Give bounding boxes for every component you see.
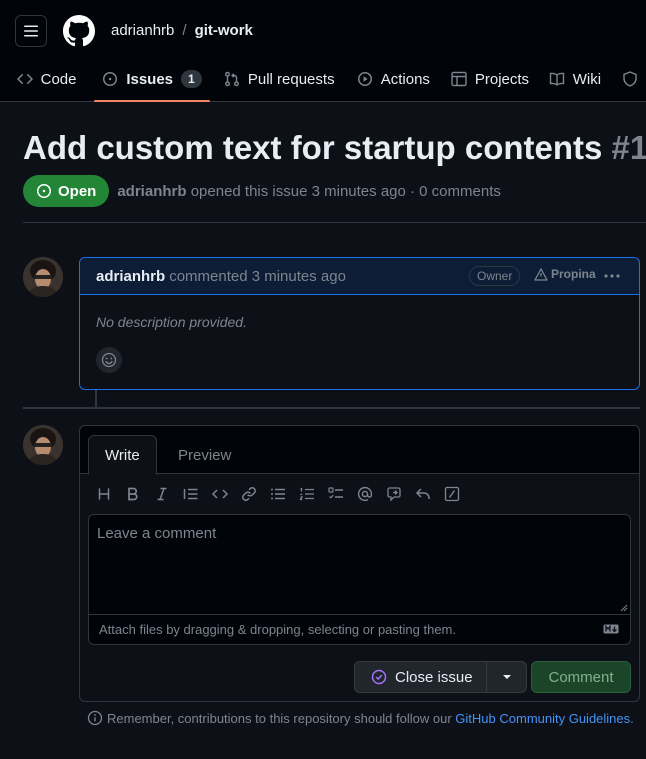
comment-author-link[interactable]: adrianhrb [96, 268, 165, 285]
hamburger-icon [24, 25, 38, 37]
info-icon [87, 710, 103, 726]
reply-icon[interactable] [415, 486, 431, 502]
issue-meta-text: opened this issue 3 minutes ago · 0 comm… [190, 182, 501, 200]
link-icon[interactable] [241, 486, 257, 502]
bold-icon[interactable] [125, 486, 141, 502]
issue-meta: adrianhrb opened this issue 3 minutes ag… [117, 183, 501, 200]
contribution-note-text: Remember, contributions to this reposito… [107, 710, 452, 726]
propina-text: Propina [551, 267, 596, 281]
comment-header: adrianhrb commented 3 minutes ago Owner … [80, 258, 639, 295]
github-logo-icon[interactable] [63, 15, 95, 47]
tab-preview[interactable]: Preview [162, 435, 247, 475]
avatar[interactable] [23, 425, 63, 465]
close-issue-label: Close issue [395, 668, 473, 686]
mention-icon[interactable] [357, 486, 373, 502]
comment-button[interactable]: Comment [531, 661, 631, 693]
issue-opened-icon [103, 72, 118, 86]
tab-issues-label: Issues [126, 70, 174, 88]
kebab-menu-icon[interactable] [603, 268, 621, 284]
close-options-dropdown[interactable] [486, 661, 527, 693]
breadcrumb-separator: / [182, 22, 187, 39]
issue-author-link[interactable]: adrianhrb [117, 183, 186, 200]
tab-write[interactable]: Write [88, 435, 157, 475]
comment-editor: Write Preview Leave a comment Attach fil… [79, 425, 640, 702]
close-issue-button[interactable]: Close issue [354, 661, 487, 693]
cross-reference-icon[interactable] [386, 486, 402, 502]
code-icon [16, 73, 33, 85]
tab-wiki-label: Wiki [572, 70, 602, 88]
quote-icon[interactable] [183, 486, 199, 502]
header-divider [23, 222, 646, 223]
tab-actions[interactable]: Actions [349, 62, 438, 96]
timeline-divider [23, 407, 640, 409]
tab-actions-label: Actions [380, 70, 430, 88]
unordered-list-icon[interactable] [270, 486, 286, 502]
issue-state-row: Open adrianhrb opened this issue 3 minut… [23, 175, 501, 207]
ordered-list-icon[interactable] [299, 486, 315, 502]
comment-placeholder: Leave a comment [97, 525, 217, 542]
tab-pull-requests[interactable]: Pull requests [216, 62, 343, 96]
comment-body: No description provided. [96, 314, 247, 330]
breadcrumb: adrianhrb / git-work [111, 22, 253, 40]
comment-timestamp[interactable]: commented 3 minutes ago [169, 268, 346, 285]
tab-wiki[interactable]: Wiki [541, 62, 609, 96]
timeline-connector [95, 390, 97, 407]
avatar[interactable] [23, 257, 63, 297]
tab-code-label: Code [40, 70, 77, 88]
comment-textarea[interactable]: Leave a comment [88, 514, 631, 614]
community-guidelines-link[interactable]: GitHub Community Guidelines [455, 711, 630, 726]
warning-triangle-icon [534, 267, 548, 281]
repo-name-link[interactable]: git-work [195, 22, 253, 40]
git-pull-request-icon [224, 71, 239, 87]
tab-code[interactable]: Code [9, 62, 85, 96]
contribution-note: Remember, contributions to this reposito… [87, 710, 634, 726]
issue-comment: adrianhrb commented 3 minutes ago Owner … [79, 257, 640, 390]
repo-header: adrianhrb / git-work Code Issues 1 Pull … [0, 0, 646, 102]
heading-icon[interactable] [96, 486, 112, 502]
issues-count-badge: 1 [181, 70, 202, 88]
editor-tabs: Write Preview [80, 426, 639, 475]
user-avatar-image [23, 425, 63, 465]
issue-opened-icon [37, 184, 51, 198]
markdown-icon[interactable] [603, 624, 619, 634]
tab-projects[interactable]: Projects [443, 62, 537, 96]
shield-icon [623, 71, 637, 87]
issue-title: Add custom text for startup contents #1 [23, 128, 646, 168]
tab-projects-label: Projects [474, 70, 530, 88]
tab-issues[interactable]: Issues 1 [94, 62, 211, 102]
play-icon [357, 72, 372, 86]
repo-nav-tabs: Code Issues 1 Pull requests Actions Proj… [0, 62, 646, 102]
repo-owner-link[interactable]: adrianhrb [111, 22, 174, 40]
user-avatar-image [23, 257, 63, 297]
attach-files-hint: Attach files by dragging & dropping, sel… [99, 622, 456, 637]
attach-files-bar[interactable]: Attach files by dragging & dropping, sel… [88, 614, 631, 645]
owner-badge: Owner [469, 266, 521, 286]
resize-handle-icon[interactable] [620, 604, 628, 612]
tab-security-partial[interactable] [614, 62, 646, 96]
issue-number: #1 [611, 129, 646, 166]
menu-button[interactable] [15, 15, 47, 47]
contribution-note-period: . [630, 710, 634, 726]
code-icon[interactable] [212, 486, 228, 502]
issue-state-label: Open [58, 182, 97, 200]
slash-command-icon[interactable] [444, 486, 460, 502]
italic-icon[interactable] [154, 486, 170, 502]
add-reaction-button[interactable] [96, 347, 122, 373]
triangle-down-icon [502, 675, 511, 679]
table-icon [451, 71, 467, 87]
issue-closed-icon [371, 669, 387, 685]
issue-title-text: Add custom text for startup contents [23, 129, 603, 166]
propina-label: Propina [534, 267, 596, 281]
markdown-toolbar [96, 484, 460, 504]
tab-pull-requests-label: Pull requests [247, 70, 335, 88]
issue-state-badge: Open [23, 175, 110, 207]
book-icon [549, 72, 564, 86]
smiley-icon [101, 352, 117, 368]
task-list-icon[interactable] [328, 486, 344, 502]
